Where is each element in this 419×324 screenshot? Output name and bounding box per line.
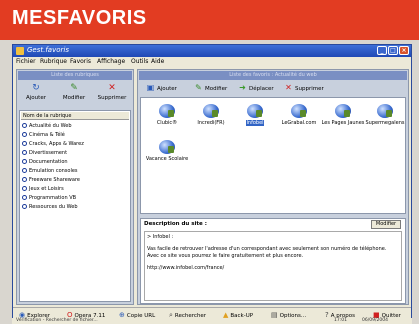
- tree-column-header: Nom de la rubrique: [21, 112, 129, 120]
- minimize-button[interactable]: _: [377, 46, 387, 55]
- globe-link-icon: [159, 104, 175, 118]
- folder-icon: [22, 195, 27, 200]
- modifier-rubrique-button[interactable]: ✎ Modifier: [57, 83, 91, 105]
- globe-link-icon: [291, 104, 307, 118]
- favori-item[interactable]: Clubic®: [145, 104, 189, 126]
- status-time: 17:01: [334, 318, 347, 323]
- app-window: Gest.favoris _ □ × Fichier Rubrique Favo…: [12, 44, 412, 322]
- folder-icon: [22, 168, 27, 173]
- supprimer-favori-button[interactable]: ✕ Supprimer: [284, 83, 324, 93]
- menu-aide[interactable]: Aide: [151, 58, 164, 65]
- magazine-banner: MESFAVORIS: [0, 0, 419, 40]
- status-bar: Vérification - Rechercher de fichier... …: [12, 318, 412, 324]
- edit-icon: ✎: [70, 83, 78, 93]
- refresh-icon: ↻: [32, 83, 40, 93]
- favoris-header: Liste des favoris : Actualité du web: [139, 71, 407, 80]
- description-body: Vas facile de retrouver l'adresse d'un c…: [147, 246, 387, 259]
- folder-icon: [22, 150, 27, 155]
- maximize-button[interactable]: □: [388, 46, 398, 55]
- rubriques-tree: Nom de la rubrique Actualité du Web Ciné…: [19, 110, 131, 302]
- ajouter-rubrique-button[interactable]: ↻ Ajouter: [19, 83, 53, 105]
- menu-outils[interactable]: Outils: [131, 58, 148, 65]
- rubrique-item[interactable]: Cinéma & Télé: [22, 131, 128, 139]
- rubrique-item[interactable]: Programmation VB: [22, 194, 128, 202]
- deplacer-favori-button[interactable]: ➜ Déplacer: [238, 83, 274, 93]
- move-icon: ➜: [239, 83, 246, 92]
- ajouter-label: Ajouter: [26, 95, 46, 101]
- rubrique-item[interactable]: Documentation: [22, 158, 128, 166]
- folder-icon: [22, 141, 27, 146]
- favori-item-selected[interactable]: Infobel: [233, 104, 277, 126]
- rubriques-panel: Liste des rubriques ↻ Ajouter ✎ Modifier…: [16, 69, 134, 305]
- folder-icon: [22, 132, 27, 137]
- globe-link-icon: [159, 140, 175, 154]
- close-button[interactable]: ×: [399, 46, 409, 55]
- window-title: Gest.favoris: [27, 46, 69, 54]
- title-bar: Gest.favoris _ □ ×: [13, 45, 411, 57]
- globe-link-icon: [335, 104, 351, 118]
- modifier-favori-button[interactable]: ✎ Modifier: [194, 83, 227, 93]
- rubrique-item[interactable]: Ressources du Web: [22, 203, 128, 211]
- favori-item[interactable]: Vacance Scolaire: [145, 140, 189, 162]
- description-text[interactable]: > Infobel : Vas facile de retrouver l'ad…: [144, 231, 402, 301]
- supprimer-label: Supprimer: [97, 95, 127, 101]
- delete-icon: ✕: [108, 83, 116, 93]
- menu-rubrique[interactable]: Rubrique: [40, 58, 67, 65]
- modifier-description-button[interactable]: Modifier: [371, 220, 401, 229]
- supprimer-rubrique-button[interactable]: ✕ Supprimer: [95, 83, 129, 105]
- add-icon: ▣: [146, 83, 155, 92]
- globe-link-icon: [203, 104, 219, 118]
- ajouter-favori-button[interactable]: ▣ Ajouter: [146, 83, 177, 93]
- menu-bar: Fichier Rubrique Favoris Affichage Outil…: [13, 57, 411, 67]
- folder-icon: [22, 123, 27, 128]
- menu-fichier[interactable]: Fichier: [16, 58, 36, 65]
- description-site-name: > Infobel :: [147, 234, 174, 240]
- globe-link-icon: [377, 104, 393, 118]
- folder-icon: [22, 177, 27, 182]
- rubrique-item[interactable]: Emulation consoles: [22, 167, 128, 175]
- folder-icon: [22, 186, 27, 191]
- edit-icon: ✎: [195, 83, 202, 92]
- rubrique-item[interactable]: Cracks, Apps & Warez: [22, 140, 128, 148]
- favori-item[interactable]: Incredi(FR): [189, 104, 233, 126]
- rubrique-item[interactable]: Jeux et Loisirs: [22, 185, 128, 193]
- menu-favoris[interactable]: Favoris: [70, 58, 91, 65]
- modifier-label: Modifier: [62, 95, 86, 101]
- description-title: Description du site :: [144, 221, 207, 227]
- description-url: http://www.infobel.com/france/: [147, 265, 225, 271]
- rubriques-header: Liste des rubriques: [18, 71, 132, 80]
- globe-link-icon: [247, 104, 263, 118]
- favoris-panel: Liste des favoris : Actualité du web ▣ Aj…: [137, 69, 409, 305]
- folder-icon: [22, 159, 27, 164]
- favori-item[interactable]: Les Pages Jaunes: [321, 104, 365, 126]
- menu-affichage[interactable]: Affichage: [97, 58, 125, 65]
- delete-icon: ✕: [285, 83, 292, 92]
- rubrique-item[interactable]: Divertissement: [22, 149, 128, 157]
- banner-title: MESFAVORIS: [12, 7, 147, 29]
- favori-item[interactable]: LeGrabal.com: [277, 104, 321, 126]
- rubrique-item[interactable]: Actualité du Web: [22, 122, 128, 130]
- folder-icon: [22, 204, 27, 209]
- favori-item[interactable]: Supermegalens: [363, 104, 407, 126]
- status-text: Vérification - Rechercher de fichier...: [16, 318, 98, 323]
- favoris-icon-view: Clubic® Incredi(FR) Infobel LeGrabal.com…: [140, 97, 406, 214]
- status-date: 06/09/2004: [362, 318, 388, 323]
- app-icon: [16, 47, 24, 55]
- rubrique-item[interactable]: Freeware Shareware: [22, 176, 128, 184]
- description-panel: Description du site : Modifier > Infobel…: [140, 218, 406, 304]
